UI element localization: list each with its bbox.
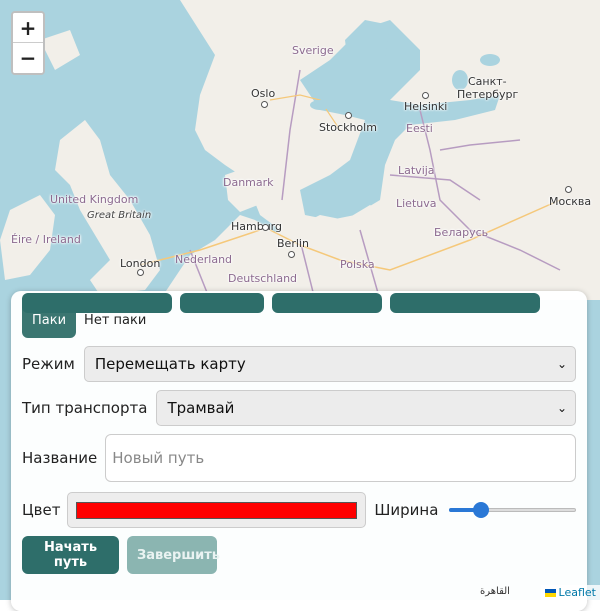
label-great-britain: Great Britain xyxy=(87,210,151,221)
label-moskva: Москва xyxy=(549,195,591,208)
color-swatch xyxy=(76,502,357,519)
label-cairo: القاهرة xyxy=(480,586,510,597)
partial-button-3[interactable] xyxy=(272,293,382,313)
city-dot-stockholm xyxy=(345,112,352,119)
chevron-down-icon: ⌄ xyxy=(557,357,567,371)
label-oslo: Oslo xyxy=(251,87,275,100)
color-width-row: Цвет Ширина xyxy=(22,492,576,528)
width-label: Ширина xyxy=(374,501,438,519)
city-dot-helsinki xyxy=(422,92,429,99)
city-dot-moskva xyxy=(565,186,572,193)
zoom-out-button[interactable]: − xyxy=(13,43,43,73)
label-helsinki: Helsinki xyxy=(404,100,447,113)
label-deutschland: Deutschland xyxy=(228,272,297,285)
zoom-in-button[interactable]: + xyxy=(13,13,43,43)
transport-select-value: Трамвай xyxy=(167,399,234,417)
finish-route-button[interactable]: Завершить xyxy=(127,536,217,574)
label-danmark: Danmark xyxy=(223,176,274,189)
city-dot-london xyxy=(137,269,144,276)
mode-select[interactable]: Перемещать карту ⌄ xyxy=(84,346,576,382)
label-eesti: Eesti xyxy=(406,122,433,135)
partial-button-2[interactable] xyxy=(180,293,264,313)
color-label: Цвет xyxy=(22,501,60,519)
label-spb-1: Санкт- xyxy=(468,75,507,88)
name-input-placeholder: Новый путь xyxy=(112,449,204,467)
route-editor-panel: Паки Нет паки Режим Перемещать карту ⌄ Т… xyxy=(11,291,587,611)
transport-select[interactable]: Трамвай ⌄ xyxy=(156,390,576,426)
city-dot-oslo xyxy=(261,101,268,108)
map-attribution: Leaflet xyxy=(541,585,600,600)
name-row: Название Новый путь xyxy=(22,434,576,482)
color-picker[interactable] xyxy=(67,492,366,528)
mode-select-value: Перемещать карту xyxy=(95,355,246,373)
chevron-down-icon: ⌄ xyxy=(557,401,567,415)
zoom-control: + − xyxy=(11,11,45,75)
label-berlin: Berlin xyxy=(277,237,309,250)
transport-label: Тип транспорта xyxy=(22,399,147,417)
ukraine-flag-icon xyxy=(545,589,556,597)
mode-label: Режим xyxy=(22,355,75,373)
tab-net-paki[interactable]: Нет паки xyxy=(84,313,146,328)
name-input[interactable]: Новый путь xyxy=(105,434,576,482)
mode-row: Режим Перемещать карту ⌄ xyxy=(22,346,576,382)
city-dot-berlin xyxy=(288,251,295,258)
name-label: Название xyxy=(22,449,97,467)
label-polska: Polska xyxy=(340,258,375,271)
city-dot-hamburg xyxy=(262,224,269,231)
label-eire-ireland: Éire / Ireland xyxy=(11,233,81,246)
transport-row: Тип транспорта Трамвай ⌄ xyxy=(22,390,576,426)
label-spb-2: Петербург xyxy=(457,88,518,101)
label-nederland: Nederland xyxy=(175,253,232,266)
start-route-button[interactable]: Начать путь xyxy=(22,536,119,574)
partial-button-1[interactable] xyxy=(22,293,172,313)
width-slider-thumb[interactable] xyxy=(473,502,489,518)
actions-row: Начать путь Завершить xyxy=(22,536,576,574)
label-latvija: Latvija xyxy=(398,164,435,177)
label-sverige: Sverige xyxy=(292,44,334,57)
label-stockholm: Stockholm xyxy=(319,121,377,134)
leaflet-link[interactable]: Leaflet xyxy=(559,586,596,599)
label-hamburg: Hamburg xyxy=(231,220,282,233)
label-belarus: Беларусь xyxy=(434,226,488,239)
label-united-kingdom: United Kingdom xyxy=(50,193,138,206)
partial-button-4[interactable] xyxy=(390,293,540,313)
width-slider[interactable] xyxy=(449,502,576,518)
label-lietuva: Lietuva xyxy=(396,197,437,210)
